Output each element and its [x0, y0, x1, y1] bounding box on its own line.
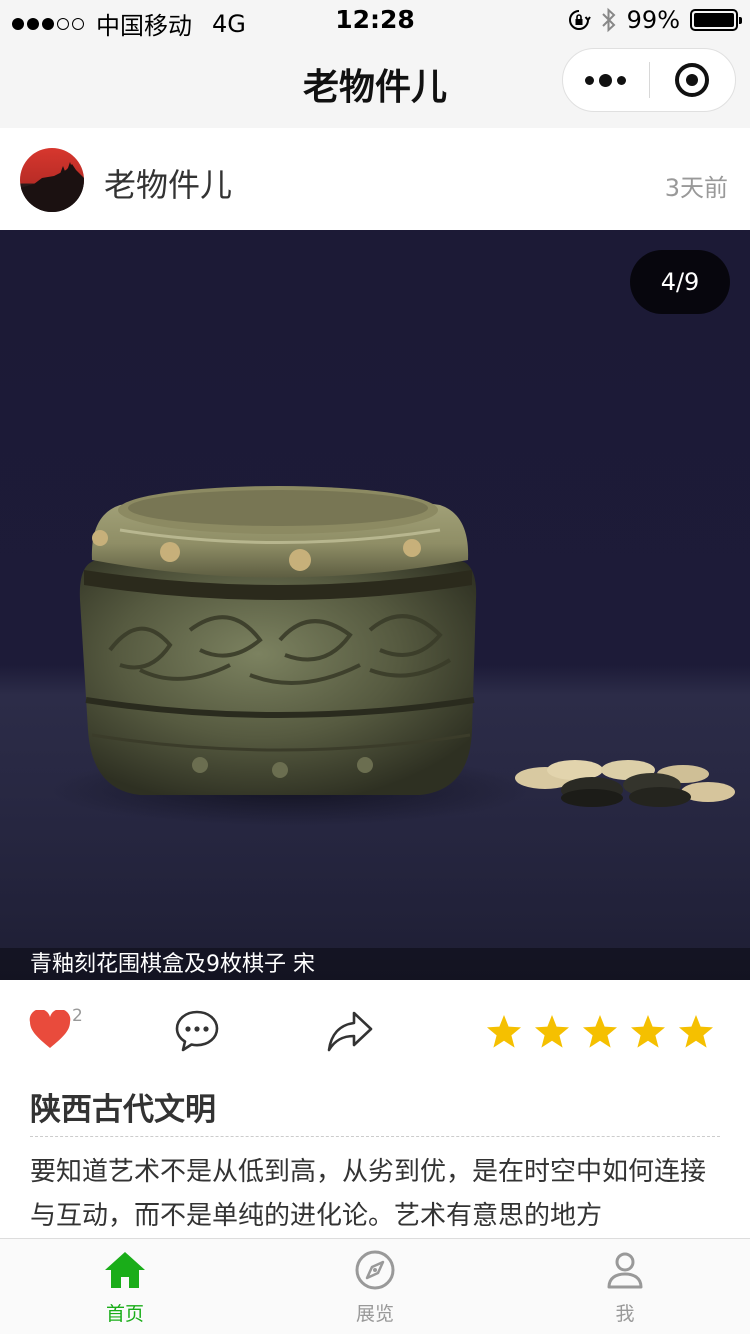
post-actions: 2: [0, 980, 750, 1080]
tab-exhibition[interactable]: 展览: [250, 1239, 500, 1334]
article[interactable]: 陕西古代文明 要知道艺术不是从低到高，从劣到优，是在时空中如何连接与互动，而不是…: [0, 1080, 750, 1238]
comment-button[interactable]: [174, 1008, 220, 1058]
star-icon[interactable]: [678, 1014, 714, 1050]
tab-bar: 首页 展览 我: [0, 1238, 750, 1334]
comment-icon: [175, 1010, 219, 1052]
close-button[interactable]: [650, 48, 736, 112]
tab-label: 展览: [355, 1303, 394, 1325]
star-icon[interactable]: [630, 1014, 666, 1050]
author-name[interactable]: 老物件儿: [104, 160, 232, 206]
avatar[interactable]: [20, 148, 84, 212]
star-icon[interactable]: [582, 1014, 618, 1050]
article-title: 陕西古代文明: [30, 1092, 216, 1128]
compass-icon: [355, 1250, 395, 1290]
rotation-lock-icon: [568, 10, 591, 30]
more-button[interactable]: [563, 48, 649, 112]
article-body: 要知道艺术不是从低到高，从劣到优，是在时空中如何连接与互动，而不是单纯的进化论。…: [30, 1157, 707, 1231]
post-header: 老物件儿 3天前: [0, 128, 750, 230]
star-icon[interactable]: [486, 1014, 522, 1050]
status-bar: 中国移动 4G 12:28 99%: [0, 0, 750, 40]
tab-label: 我: [615, 1303, 635, 1325]
heart-icon: [29, 1009, 71, 1048]
nav-bar: 老物件儿: [0, 40, 750, 128]
share-arrow-icon: [327, 1011, 373, 1052]
user-icon: [607, 1252, 643, 1289]
battery-icon: [690, 9, 742, 31]
tab-home[interactable]: 首页: [0, 1239, 250, 1334]
tab-label: 首页: [105, 1303, 144, 1325]
like-count: 2: [72, 1006, 83, 1026]
more-dot-icon: [617, 75, 627, 85]
battery-percent: 99%: [626, 6, 680, 34]
avatar-image: [20, 162, 84, 212]
close-target-icon: [675, 63, 710, 97]
photo-counter: 4/9: [630, 250, 730, 314]
post-photo[interactable]: 4/9 青釉刻花围棋盒及9枚棋子 宋: [0, 230, 750, 980]
more-dot-icon: [585, 75, 595, 85]
tab-me[interactable]: 我: [500, 1239, 750, 1334]
like-button[interactable]: [28, 1009, 72, 1054]
star-icon[interactable]: [534, 1014, 570, 1050]
share-button[interactable]: [326, 1008, 374, 1058]
home-icon: [105, 1252, 145, 1288]
bluetooth-icon: [601, 7, 616, 33]
miniprogram-capsule: [562, 48, 736, 112]
more-dot-icon: [599, 73, 613, 87]
celadon-box-photo: [50, 486, 735, 826]
post-time: 3天前: [664, 174, 728, 202]
divider: [30, 1136, 720, 1137]
rating-stars[interactable]: [486, 1014, 714, 1050]
photo-caption: 青釉刻花围棋盒及9枚棋子 宋: [30, 952, 315, 977]
